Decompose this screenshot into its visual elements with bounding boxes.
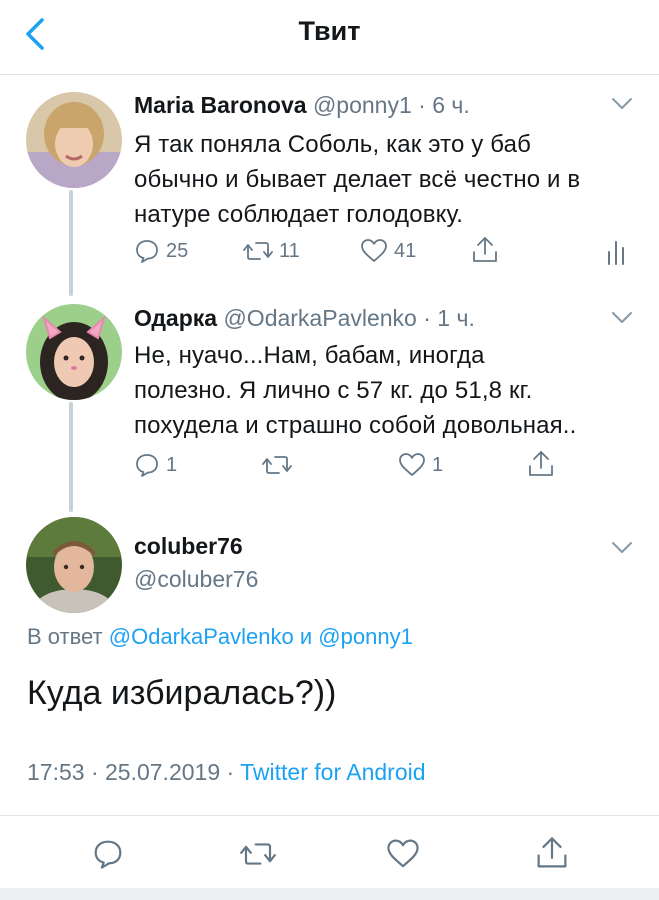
tweet-timestamp: 17:53 · 25.07.2019 · Twitter for Android [27, 759, 426, 785]
tweet-text: Я так поняла Соболь, как это у баб обычн… [134, 127, 634, 232]
reply-mention-link[interactable]: @ponny1 [318, 624, 413, 649]
divider [0, 815, 659, 816]
share-button[interactable] [472, 236, 498, 264]
author-handle[interactable]: @ponny1 [313, 92, 412, 118]
like-button[interactable]: 41 [360, 238, 416, 264]
bottom-divider [0, 888, 659, 900]
retweet-button[interactable]: 11 [243, 238, 300, 264]
retweet-button[interactable] [262, 452, 292, 478]
share-icon [473, 237, 497, 262]
thread-connector [69, 402, 73, 512]
speech-bubble-icon [94, 840, 122, 869]
source-link[interactable]: Twitter for Android [240, 759, 425, 785]
author-name[interactable]: coluber76 [134, 533, 243, 560]
more-menu-button[interactable] [611, 97, 633, 111]
author-handle[interactable]: @coluber76 [134, 566, 258, 593]
reply-count: 25 [166, 239, 189, 262]
avatar[interactable] [26, 517, 122, 613]
retweet-button[interactable] [240, 838, 276, 870]
reply-button[interactable] [92, 838, 124, 870]
author-name[interactable]: Maria Baronova @ponny1 · 6 ч. [134, 92, 470, 119]
tweet-line: обычно и бывает делает всё честно и в [134, 166, 581, 193]
avatar[interactable] [26, 92, 122, 188]
tweet-text: Не, нуачо...Нам, бабам, иногда полезно. … [134, 338, 644, 443]
chevron-down-icon [612, 312, 632, 323]
tweet-line: Не, нуачо...Нам, бабам, иногда [134, 342, 485, 369]
reply-button[interactable]: 25 [134, 238, 188, 264]
retweet-icon [240, 843, 276, 865]
reply-count: 1 [166, 453, 178, 476]
retweet-icon [262, 456, 292, 474]
like-button[interactable]: 1 [398, 452, 443, 478]
like-count: 1 [432, 453, 444, 476]
author-name[interactable]: Одарка @OdarkaPavlenko · 1 ч. [134, 305, 475, 332]
share-button[interactable] [528, 450, 554, 478]
author-handle[interactable]: @OdarkaPavlenko [223, 305, 416, 331]
tweet-line: похудела и страшно собой довольная.. [134, 412, 577, 439]
tweet-time: · 1 ч. [423, 305, 475, 331]
chevron-down-icon [612, 542, 632, 553]
tweet-time: · 6 ч. [418, 92, 470, 118]
tweet-line: натуре соблюдает голодовку. [134, 201, 464, 228]
retweet-count: 11 [279, 239, 300, 262]
heart-icon [361, 239, 387, 262]
tweet-line: Я так поняла Соболь, как это у баб [134, 131, 531, 158]
speech-bubble-icon [136, 240, 158, 263]
thread-connector [69, 190, 73, 296]
speech-bubble-icon [136, 454, 158, 477]
bar-chart-icon [608, 241, 624, 265]
avatar[interactable] [26, 304, 122, 400]
heart-icon [399, 453, 425, 476]
share-icon [529, 451, 553, 476]
share-icon [537, 837, 567, 868]
reply-button[interactable]: 1 [134, 452, 177, 478]
tweet-line: полезно. Я лично с 57 кг. до 51,8 кг. [134, 377, 533, 404]
more-menu-button[interactable] [611, 311, 633, 325]
share-button[interactable] [536, 836, 568, 870]
more-menu-button[interactable] [611, 541, 633, 555]
reply-context: В ответ @OdarkaPavlenko и @ponny1 [27, 624, 413, 649]
chevron-down-icon [612, 98, 632, 109]
tweet-text: Куда избиралась?)) [27, 674, 337, 712]
page-title: Твит [298, 16, 361, 46]
like-count: 41 [394, 239, 417, 262]
like-button[interactable] [386, 838, 420, 870]
reply-mention-link[interactable]: @OdarkaPavlenko [109, 624, 294, 649]
retweet-icon [243, 242, 273, 260]
analytics-button[interactable] [605, 238, 627, 266]
heart-icon [387, 839, 419, 868]
